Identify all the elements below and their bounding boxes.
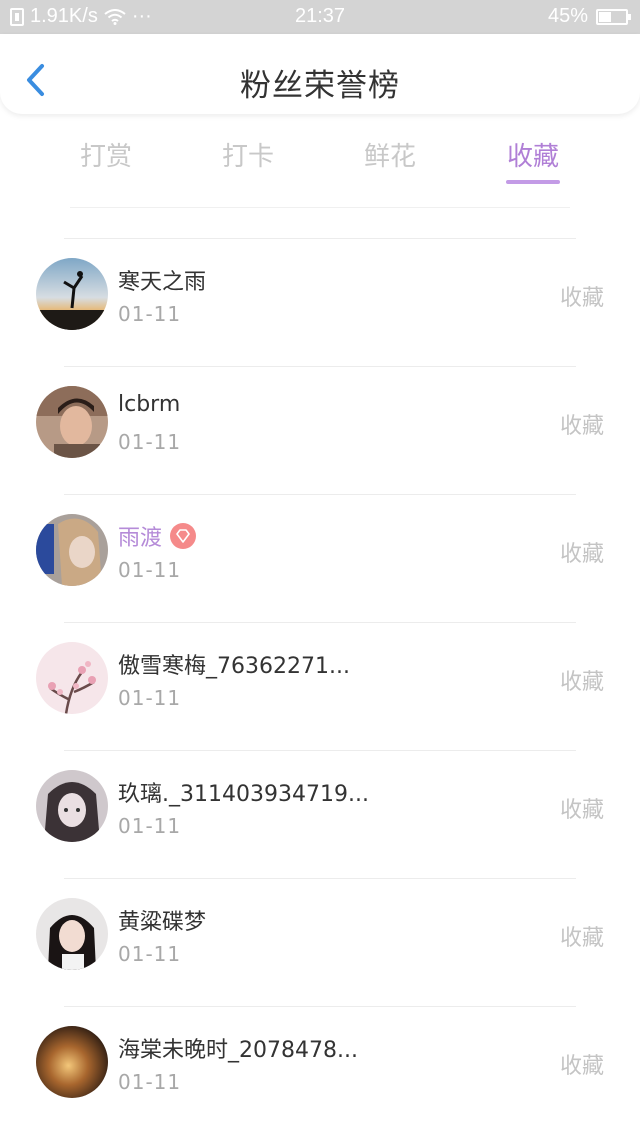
date: 01-11: [118, 942, 182, 966]
avatar[interactable]: [36, 642, 108, 714]
list-item[interactable]: 傲雪寒梅_76362271... 01-11 收藏: [0, 622, 640, 750]
battery-percent: 45%: [547, 5, 588, 27]
favorite-label: 收藏: [559, 542, 604, 567]
date: 01-11: [118, 686, 182, 710]
date: 01-11: [118, 558, 182, 582]
list-item[interactable]: 海棠未晚时_2078478... 01-11 收藏: [0, 1006, 640, 1134]
favorite-label: 收藏: [559, 670, 604, 695]
username: 寒天之雨: [118, 270, 207, 295]
avatar[interactable]: [36, 898, 108, 970]
avatar[interactable]: [36, 1026, 108, 1098]
favorite-label: 收藏: [559, 926, 604, 951]
nav-bar: 粉丝荣誉榜: [0, 34, 640, 114]
avatar[interactable]: [36, 386, 108, 458]
battery-icon: [596, 8, 631, 25]
divider: [64, 494, 576, 495]
date: 01-11: [118, 1070, 182, 1094]
date: 01-11: [118, 430, 182, 454]
username: 雨渡: [118, 526, 163, 551]
divider: [64, 238, 576, 239]
status-time: 21:37: [294, 5, 346, 27]
divider: [64, 878, 576, 879]
list-item[interactable]: lcbrm 01-11 收藏: [0, 366, 640, 494]
username: 玖璃._311403934719...: [118, 782, 369, 807]
list-item[interactable]: 寒天之雨 01-11 收藏: [0, 238, 640, 366]
divider: [64, 750, 576, 751]
fan-list: 寒天之雨 01-11 收藏 lcbrm 01-11 收藏 雨渡 01-11 收藏…: [0, 238, 640, 1134]
favorite-label: 收藏: [559, 798, 604, 823]
username: 傲雪寒梅_76362271...: [118, 654, 350, 679]
tab-favorites[interactable]: 收藏: [473, 136, 593, 173]
tab-reward[interactable]: 打赏: [46, 136, 166, 173]
active-tab-indicator: [506, 180, 560, 184]
page-title: 粉丝荣誉榜: [240, 68, 400, 104]
status-bar: 1.91K/s ··· 21:37 45%: [0, 0, 640, 34]
favorite-label: 收藏: [559, 286, 604, 311]
list-item[interactable]: 雨渡 01-11 收藏: [0, 494, 640, 622]
list-item[interactable]: 玖璃._311403934719... 01-11 收藏: [0, 750, 640, 878]
avatar[interactable]: [36, 514, 108, 586]
tab-flowers[interactable]: 鲜花: [330, 136, 450, 173]
favorite-label: 收藏: [559, 414, 604, 439]
favorite-label: 收藏: [559, 1054, 604, 1079]
avatar[interactable]: [36, 258, 108, 330]
divider: [70, 207, 570, 208]
status-right: 45%: [547, 5, 631, 28]
tab-checkin[interactable]: 打卡: [188, 136, 308, 173]
divider: [64, 1006, 576, 1007]
divider: [64, 366, 576, 367]
date: 01-11: [118, 302, 182, 326]
list-item[interactable]: 黄粱碟梦 01-11 收藏: [0, 878, 640, 1006]
divider: [64, 622, 576, 623]
username: lcbrm: [118, 392, 181, 417]
username: 海棠未晚时_2078478...: [118, 1038, 358, 1063]
diamond-icon: [170, 523, 197, 549]
username: 黄粱碟梦: [118, 910, 207, 935]
date: 01-11: [118, 814, 182, 838]
avatar[interactable]: [36, 770, 108, 842]
